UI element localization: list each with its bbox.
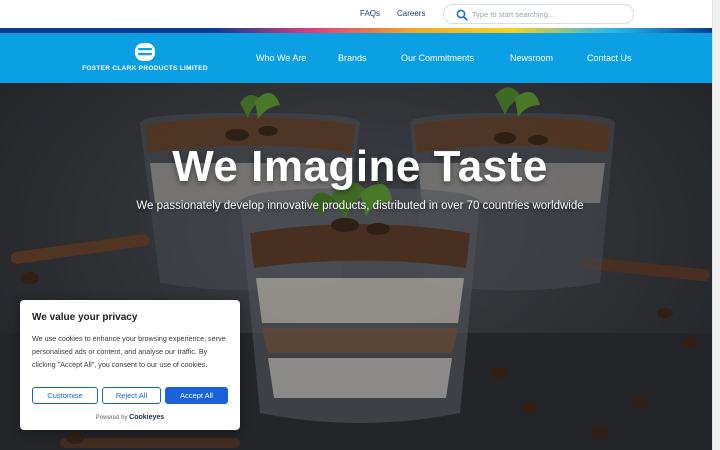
nav-our-commitments[interactable]: Our Commitments — [401, 53, 474, 63]
search-box[interactable] — [443, 4, 634, 24]
main-nav: FOSTER CLARK PRODUCTS LIMITED Who We Are… — [0, 33, 712, 83]
page-scrollbar[interactable] — [712, 0, 720, 450]
customise-button[interactable]: Customise — [32, 387, 98, 404]
reject-all-button[interactable]: Reject All — [102, 387, 161, 404]
utility-bar: FAQs Careers — [0, 0, 712, 28]
powered-by: Powered by Cookieyes — [20, 414, 240, 421]
nav-brands[interactable]: Brands — [338, 53, 367, 63]
cookie-description: We use cookies to enhance your browsing … — [32, 334, 226, 369]
page: FAQs Careers FOSTER CLARK PRODUCTS LIMIT… — [0, 0, 720, 450]
cookieyes-logo[interactable]: Cookieyes — [129, 414, 164, 421]
foster-clark-logo-icon — [135, 43, 155, 61]
nav-newsroom[interactable]: Newsroom — [510, 53, 553, 63]
faqs-link[interactable]: FAQs — [360, 9, 380, 18]
brand-name: FOSTER CLARK PRODUCTS LIMITED — [82, 65, 208, 72]
powered-by-label: Powered by — [95, 415, 128, 421]
search-icon[interactable] — [456, 9, 468, 21]
cookie-title: We value your privacy — [32, 312, 138, 323]
hero-subtitle: We passionately develop innovative produ… — [136, 200, 584, 212]
brand-logo[interactable]: FOSTER CLARK PRODUCTS LIMITED — [70, 42, 220, 76]
nav-contact-us[interactable]: Contact Us — [587, 53, 632, 63]
cookie-consent-banner: We value your privacy We use cookies to … — [20, 300, 240, 430]
nav-who-we-are[interactable]: Who We Are — [256, 53, 306, 63]
accept-all-button[interactable]: Accept All — [165, 387, 228, 404]
search-input[interactable] — [472, 8, 622, 21]
careers-link[interactable]: Careers — [397, 9, 425, 18]
hero-title: We Imagine Taste — [172, 142, 548, 191]
